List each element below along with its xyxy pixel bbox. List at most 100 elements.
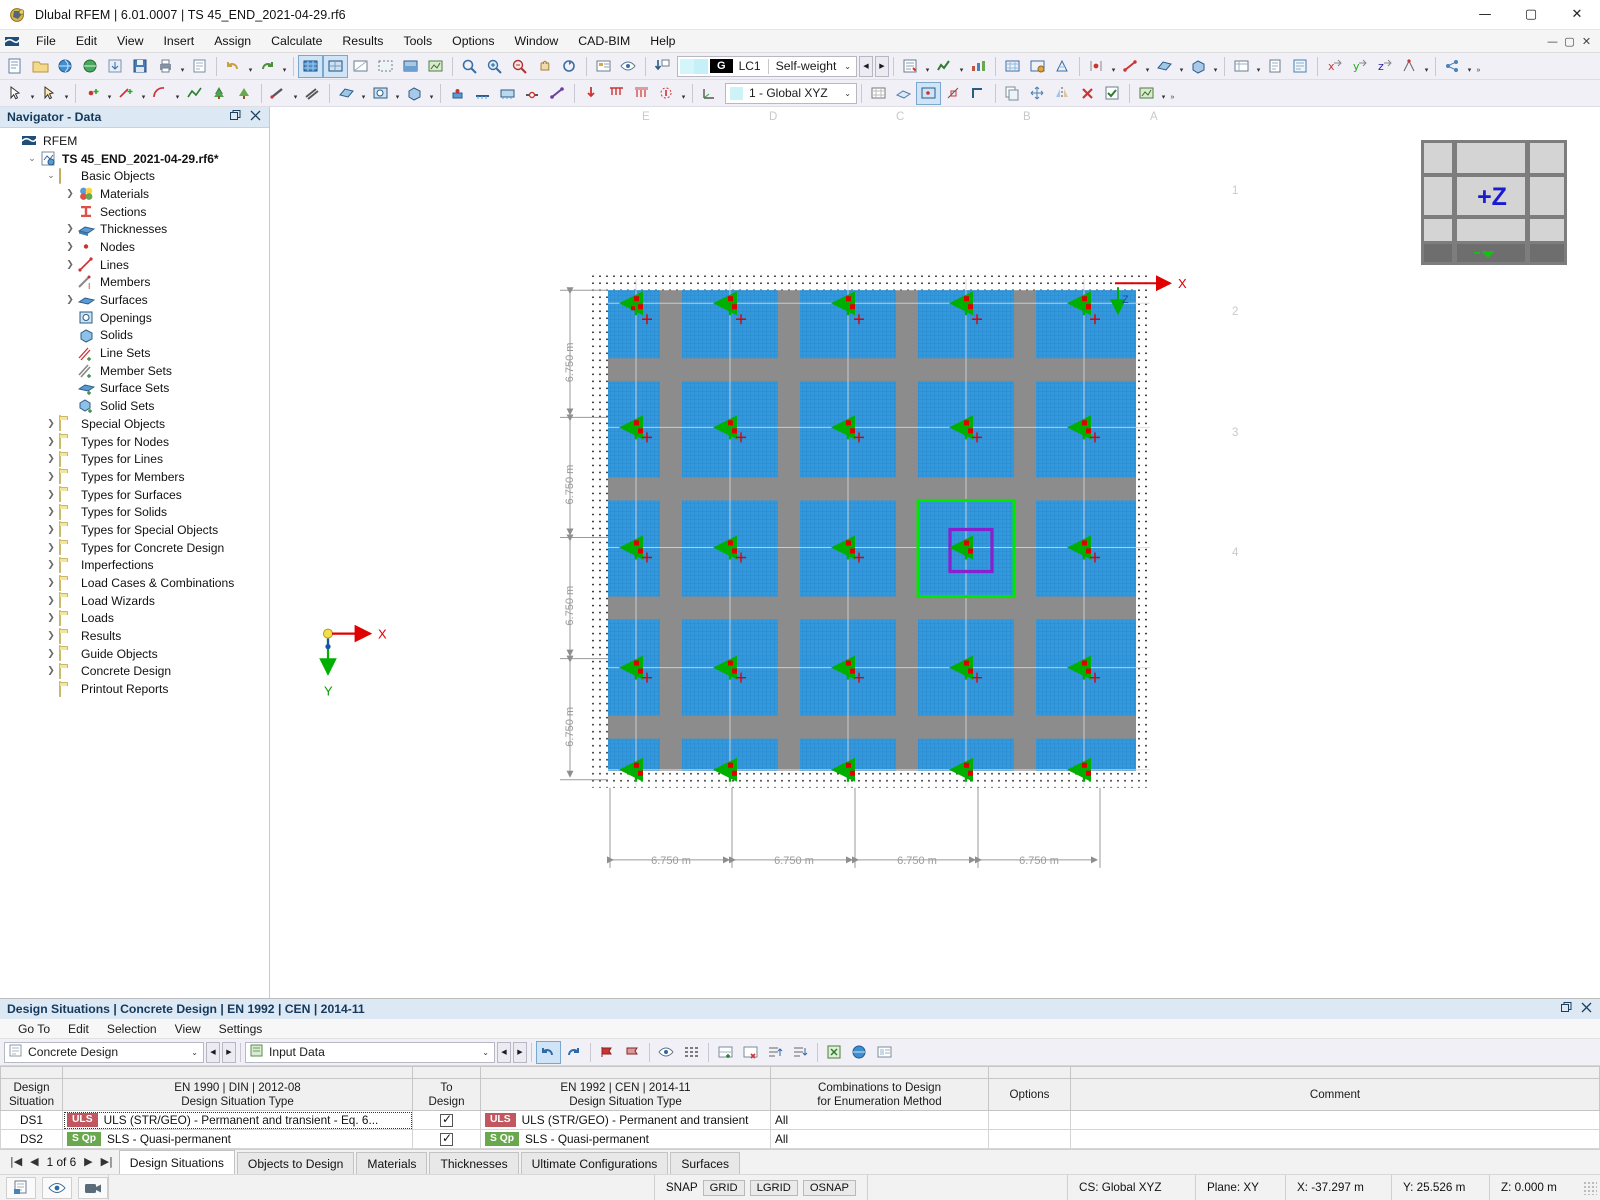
tree-item-types-for-nodes[interactable]: ❯ Types for Nodes	[0, 433, 269, 451]
tree-item-basic-objects[interactable]: ⌄ Basic Objects	[0, 167, 269, 185]
print-preview-icon[interactable]	[187, 55, 212, 78]
tab-thicknesses[interactable]: Thicknesses	[429, 1152, 519, 1174]
undo-icon[interactable]	[221, 55, 246, 78]
pan-icon[interactable]	[532, 55, 557, 78]
menu-insert[interactable]: Insert	[153, 30, 204, 53]
zoom-fit-icon[interactable]	[507, 55, 532, 78]
coordinate-system-icon[interactable]	[697, 82, 722, 105]
collapse-twisty-icon[interactable]: ⌄	[43, 171, 59, 181]
column-header-design-situation[interactable]: Design Situation	[0, 1078, 63, 1111]
results-icon[interactable]	[932, 55, 957, 78]
select-all-rows-icon[interactable]	[679, 1041, 704, 1064]
tree-item-types-for-lines[interactable]: ❯ Types for Lines	[0, 450, 269, 468]
move-row-up-icon[interactable]	[763, 1041, 788, 1064]
cell-design-situation[interactable]: DS2	[0, 1129, 63, 1149]
cell-options[interactable]	[988, 1110, 1071, 1130]
dimension-dropdown-arrow[interactable]: ▾	[1422, 55, 1431, 78]
open-web-icon[interactable]	[53, 55, 78, 78]
new-solid-dropdown-arrow[interactable]: ▾	[427, 82, 436, 105]
tree-item-surface-sets[interactable]: Surface Sets	[0, 380, 269, 398]
cell-en1992-type[interactable]: S Qp SLS - Quasi-permanent	[480, 1129, 771, 1149]
cell-options[interactable]	[988, 1129, 1071, 1149]
secondary-toolbar-overflow-arrow[interactable]: »	[1168, 82, 1177, 105]
solid-dropdown-arrow[interactable]: ▾	[1211, 55, 1220, 78]
module-next-button[interactable]: ▶	[222, 1041, 236, 1063]
mesh-icon[interactable]	[1000, 55, 1025, 78]
cell-combinations[interactable]: All	[770, 1129, 989, 1149]
copy-icon[interactable]	[1000, 82, 1025, 105]
save-icon[interactable]	[128, 55, 153, 78]
line-support-icon[interactable]	[470, 82, 495, 105]
render-transparent-icon[interactable]	[348, 55, 373, 78]
module-combo-chevron-down-icon[interactable]: ⌄	[191, 1048, 203, 1057]
tree-item-solid-sets[interactable]: Solid Sets	[0, 397, 269, 415]
model-viewport[interactable]: X Z 6.750 m 6.750 m 6.750 m 6.750 m 6.75…	[270, 107, 1600, 998]
menu-cad-bim[interactable]: CAD-BIM	[568, 30, 640, 53]
line-icon[interactable]	[1118, 55, 1143, 78]
tab-surfaces[interactable]: Surfaces	[670, 1152, 741, 1174]
tree-item-rfem[interactable]: RFEM	[0, 132, 269, 150]
mesh-settings-icon[interactable]	[1025, 55, 1050, 78]
bottom-panel-close-icon[interactable]	[1581, 1002, 1592, 1016]
zoom-window-icon[interactable]	[457, 55, 482, 78]
globe-icon[interactable]	[78, 55, 103, 78]
table-dropdown-arrow[interactable]: ▾	[1254, 55, 1263, 78]
report-icon[interactable]	[1288, 55, 1313, 78]
render-mode-dropdown-arrow[interactable]: ▾	[1159, 82, 1168, 105]
menu-options[interactable]: Options	[442, 30, 504, 53]
tree-item-members[interactable]: I Members	[0, 274, 269, 292]
tree-item-types-for-concrete-design[interactable]: ❯ Types for Concrete Design	[0, 539, 269, 557]
print-icon[interactable]	[153, 55, 178, 78]
share-icon[interactable]	[1440, 55, 1465, 78]
table-settings-globe-icon[interactable]	[847, 1041, 872, 1064]
expand-twisty-icon[interactable]: ❯	[43, 525, 59, 535]
new-member-dropdown-arrow[interactable]: ▾	[291, 82, 300, 105]
delete-icon[interactable]	[1075, 82, 1100, 105]
load-case-next-button[interactable]: ▶	[875, 55, 889, 77]
display-props-icon[interactable]	[591, 55, 616, 78]
new-file-icon[interactable]	[3, 55, 28, 78]
column-header-comment[interactable]: Comment	[1070, 1078, 1600, 1111]
cell-comment[interactable]	[1070, 1129, 1600, 1149]
module-prev-button[interactable]: ◀	[206, 1041, 220, 1063]
view-next-button[interactable]: ▶	[513, 1041, 527, 1063]
render-wireframe-icon[interactable]	[323, 54, 348, 78]
dimension-x-icon[interactable]: x	[1322, 55, 1347, 78]
grid-toggle[interactable]: GRID	[702, 1179, 745, 1196]
node-icon[interactable]	[1084, 55, 1109, 78]
rotate-icon[interactable]	[557, 55, 582, 78]
mesh-refine-icon[interactable]	[1050, 55, 1075, 78]
surface-dropdown-arrow[interactable]: ▾	[1177, 55, 1186, 78]
tree-item-special-objects[interactable]: ❯ Special Objects	[0, 415, 269, 433]
tree-item-types-for-members[interactable]: ❯ Types for Members	[0, 468, 269, 486]
expand-twisty-icon[interactable]: ❯	[62, 260, 78, 270]
pager-next-button[interactable]: ▶	[84, 1155, 92, 1168]
expand-twisty-icon[interactable]: ❯	[62, 189, 78, 199]
tree-item-types-for-surfaces[interactable]: ❯ Types for Surfaces	[0, 486, 269, 504]
menu-calculate[interactable]: Calculate	[261, 30, 332, 53]
tree-item-surfaces[interactable]: ❯ Surfaces	[0, 291, 269, 309]
free-load-dropdown-arrow[interactable]: ▾	[679, 82, 688, 105]
tab-materials[interactable]: Materials	[356, 1152, 428, 1174]
tree-item-ts-45-end-2021-04-29-rf6[interactable]: ⌄ TS 45_END_2021-04-29.rf6*	[0, 150, 269, 168]
coordinate-system-combo[interactable]: 1 - Global XYZ ⌄	[725, 82, 857, 104]
object-snap-icon[interactable]	[941, 82, 966, 105]
rigid-link-icon[interactable]	[545, 82, 570, 105]
pin-row-icon[interactable]	[595, 1041, 620, 1064]
delete-row-icon[interactable]	[738, 1041, 763, 1064]
tree-item-line-sets[interactable]: Line Sets	[0, 344, 269, 362]
bp-menu-settings[interactable]: Settings	[210, 1019, 272, 1039]
cell-en1990-type[interactable]: S Qp SLS - Quasi-permanent	[62, 1129, 413, 1149]
table-properties-icon[interactable]	[872, 1041, 897, 1064]
line-dropdown-arrow[interactable]: ▾	[1143, 55, 1152, 78]
collapse-twisty-icon[interactable]: ⌄	[24, 154, 40, 164]
tree-variant-icon[interactable]	[232, 82, 257, 105]
tree-element-icon[interactable]	[207, 82, 232, 105]
tree-item-nodes[interactable]: ❯ Nodes	[0, 238, 269, 256]
tree-item-load-cases-combinations[interactable]: ❯ Load Cases & Combinations	[0, 574, 269, 592]
menu-assign[interactable]: Assign	[204, 30, 261, 53]
tree-item-concrete-design[interactable]: ❯ Concrete Design	[0, 662, 269, 681]
highlight-row-icon[interactable]	[654, 1041, 679, 1064]
expand-twisty-icon[interactable]: ❯	[43, 437, 59, 447]
tree-item-solids[interactable]: Solids	[0, 327, 269, 345]
